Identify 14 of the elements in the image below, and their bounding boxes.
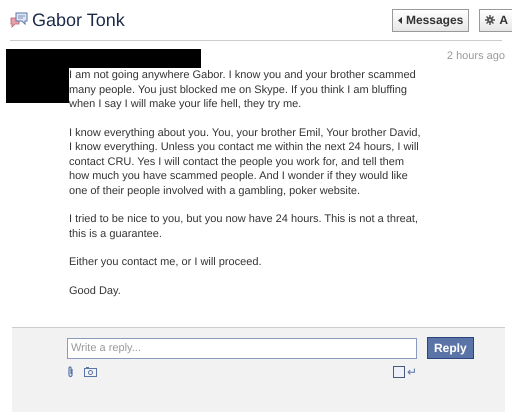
message-paragraph: I know everything about you. You, your brother Emil, Your brother David, I know everything. Unless you contact me within the next 24 hours, I will contact CRU. Yes I will contact the people you work for, and tell them how much you have scammed people. And I wonder if they would like one of their people involved with a gambling, poker website. bbox=[69, 126, 421, 198]
actions-button[interactable]: A bbox=[479, 8, 512, 32]
camera-icon[interactable] bbox=[84, 367, 97, 377]
send-on-enter-checkbox[interactable] bbox=[393, 366, 405, 378]
reply-field[interactable]: Write a reply... bbox=[67, 338, 417, 358]
enter-symbol: ↵ bbox=[407, 366, 417, 378]
gear-icon bbox=[485, 15, 496, 25]
left-arrow-icon bbox=[398, 16, 402, 24]
conversation-title: Gabor Tonk bbox=[32, 8, 125, 32]
paperclip-icon[interactable] bbox=[67, 366, 74, 378]
back-button[interactable]: Messages bbox=[392, 8, 470, 32]
reply-button[interactable]: Reply bbox=[427, 337, 474, 359]
chat-icon bbox=[10, 12, 28, 28]
message-time: 2 hours ago bbox=[446, 49, 505, 64]
